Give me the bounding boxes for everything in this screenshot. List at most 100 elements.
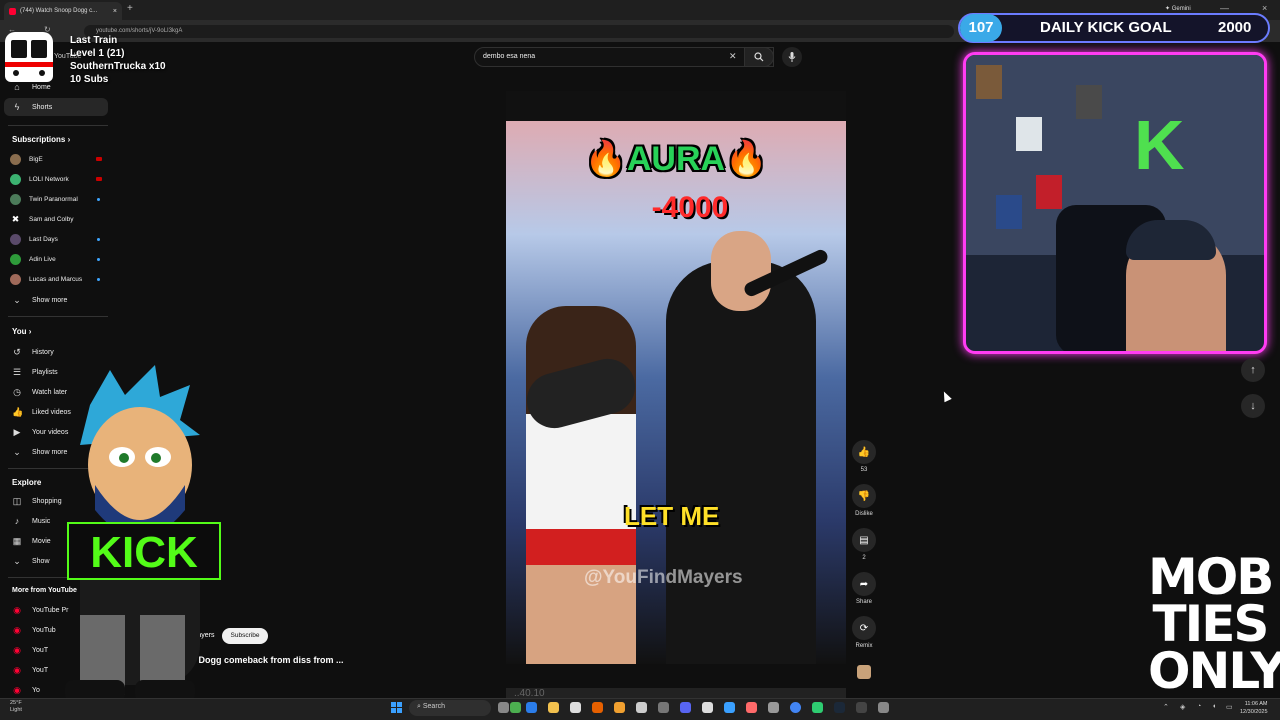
train-contributor: SouthernTrucka x10 [70,61,166,72]
sidebar-sub-item[interactable]: ✖ Sam and Colby [10,211,110,227]
new-tab-button[interactable]: + [127,3,133,14]
file-explorer-icon[interactable] [548,702,559,713]
share-label: Share [855,599,872,605]
steam-icon[interactable] [834,702,845,713]
sidebar-sub-item[interactable]: Lucas and Marcus [10,271,110,287]
playlist-icon: ☰ [12,366,22,377]
live-indicator [96,157,102,161]
previous-short-button[interactable]: ↑ [1241,358,1265,382]
tab-title: (744) Watch Snoop Dogg c... [20,8,98,14]
dislike-button[interactable]: 👎 Dislike [852,484,876,517]
mob-ties-only-logo: MOB TIES ONLY [1148,548,1280,700]
sidebar-sub-item[interactable]: Adin Live [10,251,110,267]
taskbar-search[interactable]: ⌕ Search [409,700,491,716]
poster [996,195,1022,229]
youtube-kids-icon: ◉ [13,644,21,655]
close-icon[interactable]: ✕ [729,51,737,62]
voice-search-button[interactable] [782,47,802,67]
streamer-hat [1126,220,1216,260]
widgets-icon[interactable] [510,702,521,713]
app-icon[interactable] [636,702,647,713]
app-icon[interactable] [724,702,735,713]
thumbs-up-icon: 👍 [852,440,876,464]
settings-gear-icon[interactable] [878,702,889,713]
battery-icon[interactable]: ▭ [1226,703,1233,711]
video-icon: ▶ [13,426,21,437]
sidebar-item-shorts[interactable]: ϟ Shorts [4,98,108,116]
train-subs: 10 Subs [70,74,109,85]
task-view-icon[interactable] [498,702,509,713]
app-icon[interactable] [812,702,823,713]
history-icon: ↺ [13,346,21,357]
browser-tab[interactable]: (744) Watch Snoop Dogg c... × [4,2,122,20]
last-train-widget: Last Train Level 1 (21) SouthernTrucka x… [70,34,166,86]
music-icon: ♪ [14,516,20,526]
kick-goal-target: 2000 [1218,19,1252,36]
streamer-mascot: KICK [65,365,221,702]
comments-button[interactable]: ▤ 2 [852,528,876,561]
weather-widget[interactable]: 25°F Light [10,700,22,714]
sidebar-item-history[interactable]: ↺ History [4,343,108,361]
close-tab-icon[interactable]: × [113,8,117,15]
tray-icon[interactable]: ◈ [1180,703,1185,711]
app-icon[interactable] [702,702,713,713]
video-person-center [666,261,816,664]
kick-goal-count: 107 [960,14,1002,42]
you-header[interactable]: You › [12,327,31,336]
app-icon[interactable] [856,702,867,713]
windows-start-icon[interactable] [391,702,403,714]
avatar [10,173,21,185]
comment-icon: ▤ [852,528,876,552]
discord-icon[interactable] [680,702,691,713]
audio-thumbnail[interactable] [852,665,876,679]
arrow-up-icon: ↑ [1250,364,1256,376]
kick-logo: K [1134,106,1185,184]
app-icon[interactable] [768,702,779,713]
app-icon[interactable] [614,702,625,713]
volume-icon[interactable]: ◖ [1212,703,1216,710]
sidebar-sub-item[interactable]: LOLI Network [10,171,110,187]
search-button[interactable] [744,47,774,67]
app-icon[interactable] [570,702,581,713]
thumbs-down-icon: 👎 [852,484,876,508]
subscriptions-header[interactable]: Subscriptions › [12,135,70,144]
video-person-left [520,306,642,664]
youtube-favicon-icon [9,7,16,15]
divider [8,125,108,126]
avatar [10,273,21,285]
mic-icon [788,52,796,62]
like-button[interactable]: 👍 53 [852,440,876,473]
minimize-icon[interactable]: — [1220,3,1229,13]
show-more-subscriptions[interactable]: ⌄ Show more [4,291,108,309]
shorts-video-player[interactable]: 🔥AURA🔥 -4000 LET ME @YouFindMayers [506,91,846,664]
sidebar-sub-item[interactable]: Twin Paranormal [10,191,110,207]
close-window-icon[interactable]: × [1262,3,1267,13]
aura-score-caption: -4000 [651,191,729,224]
wifi-icon[interactable]: ◔ [1197,703,1201,710]
chrome-icon[interactable] [790,702,801,713]
thumbs-up-icon: 👍 [12,406,24,417]
gemini-button[interactable]: ✦ Gemini [1165,5,1191,12]
copilot-icon[interactable] [526,702,537,713]
app-icon[interactable] [746,702,757,713]
subtitle-caption: LET ME [624,501,720,531]
remix-icon: ⟳ [852,616,876,640]
avatar: ✖ [11,213,20,224]
youtube-music-icon: ◉ [13,624,21,635]
url-field[interactable]: youtube.com/shorts/jV-9oLI3kgA [84,25,954,38]
next-short-button[interactable]: ↓ [1241,394,1265,418]
aura-caption: 🔥AURA🔥 [584,140,768,178]
sidebar-sub-item[interactable]: Last Days [10,231,110,247]
sound-thumbnail-icon [857,665,871,679]
app-icon[interactable] [658,702,669,713]
explore-header: Explore [12,478,42,487]
chevron-down-icon: ⌄ [13,294,21,305]
firefox-icon[interactable] [592,702,603,713]
tray-chevron-icon[interactable]: ⌃ [1163,703,1169,711]
remix-button[interactable]: ⟳ Remix [852,616,876,649]
share-button[interactable]: ➦ Share [852,572,876,605]
poster [1076,85,1102,119]
sidebar-sub-item[interactable]: BigE [10,151,110,167]
poster [1036,175,1062,209]
system-clock[interactable]: 11:06 AM 12/30/2025 [1240,700,1268,716]
